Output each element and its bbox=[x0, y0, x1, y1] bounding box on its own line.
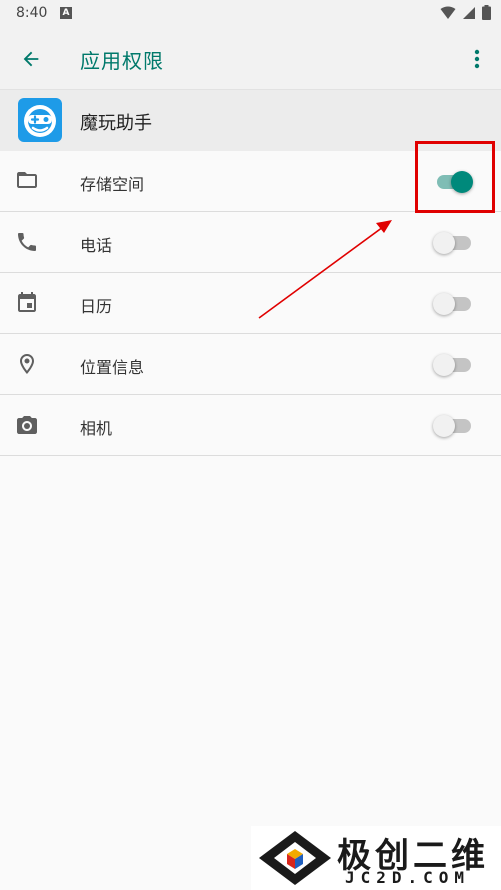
location-toggle[interactable] bbox=[433, 354, 473, 376]
arrow-back-icon bbox=[23, 51, 39, 67]
page-title: 应用权限 bbox=[80, 49, 164, 73]
permission-list: 存储空间 电话 日历 位置信息 相机 bbox=[0, 151, 501, 456]
camera-icon bbox=[17, 416, 37, 434]
app-bar: 应用权限 bbox=[0, 28, 501, 90]
battery-icon bbox=[482, 5, 491, 20]
watermark-subtitle: JC2D.COM bbox=[345, 868, 471, 887]
back-button[interactable] bbox=[14, 43, 48, 75]
permission-row-calendar[interactable]: 日历 bbox=[0, 273, 501, 334]
toggle-thumb bbox=[433, 354, 455, 376]
watermark-logo-icon bbox=[259, 831, 331, 885]
app-logo-icon bbox=[18, 98, 62, 142]
notification-badge: A bbox=[60, 7, 72, 19]
signal-icon bbox=[463, 6, 475, 19]
permission-row-phone[interactable]: 电话 bbox=[0, 212, 501, 273]
status-icons bbox=[440, 5, 491, 20]
phone-toggle[interactable] bbox=[433, 232, 473, 254]
permission-label: 位置信息 bbox=[80, 358, 145, 377]
permission-label: 日历 bbox=[80, 297, 113, 316]
location-icon bbox=[20, 354, 34, 374]
permission-row-location[interactable]: 位置信息 bbox=[0, 334, 501, 395]
permission-row-camera[interactable]: 相机 bbox=[0, 395, 501, 456]
folder-icon bbox=[17, 172, 37, 188]
status-time: 8:40 bbox=[16, 5, 48, 21]
app-name: 魔玩助手 bbox=[80, 113, 152, 134]
permission-row-storage[interactable]: 存储空间 bbox=[0, 151, 501, 212]
status-bar: 8:40 A bbox=[0, 0, 501, 28]
phone-icon bbox=[18, 233, 36, 251]
calendar-toggle[interactable] bbox=[433, 293, 473, 315]
toggle-thumb bbox=[451, 171, 473, 193]
more-options-button[interactable] bbox=[465, 43, 489, 75]
permission-label: 相机 bbox=[80, 419, 113, 438]
watermark: 极创二维 JC2D.COM bbox=[251, 826, 501, 890]
storage-toggle[interactable] bbox=[433, 171, 473, 193]
toggle-thumb bbox=[433, 293, 455, 315]
camera-toggle[interactable] bbox=[433, 415, 473, 437]
toggle-thumb bbox=[433, 232, 455, 254]
toggle-thumb bbox=[433, 415, 455, 437]
permission-label: 存储空间 bbox=[80, 175, 145, 194]
app-header: 魔玩助手 bbox=[0, 90, 501, 151]
calendar-icon bbox=[18, 292, 36, 312]
more-vert-icon bbox=[474, 49, 480, 69]
permission-label: 电话 bbox=[80, 236, 113, 255]
wifi-icon bbox=[440, 6, 456, 19]
